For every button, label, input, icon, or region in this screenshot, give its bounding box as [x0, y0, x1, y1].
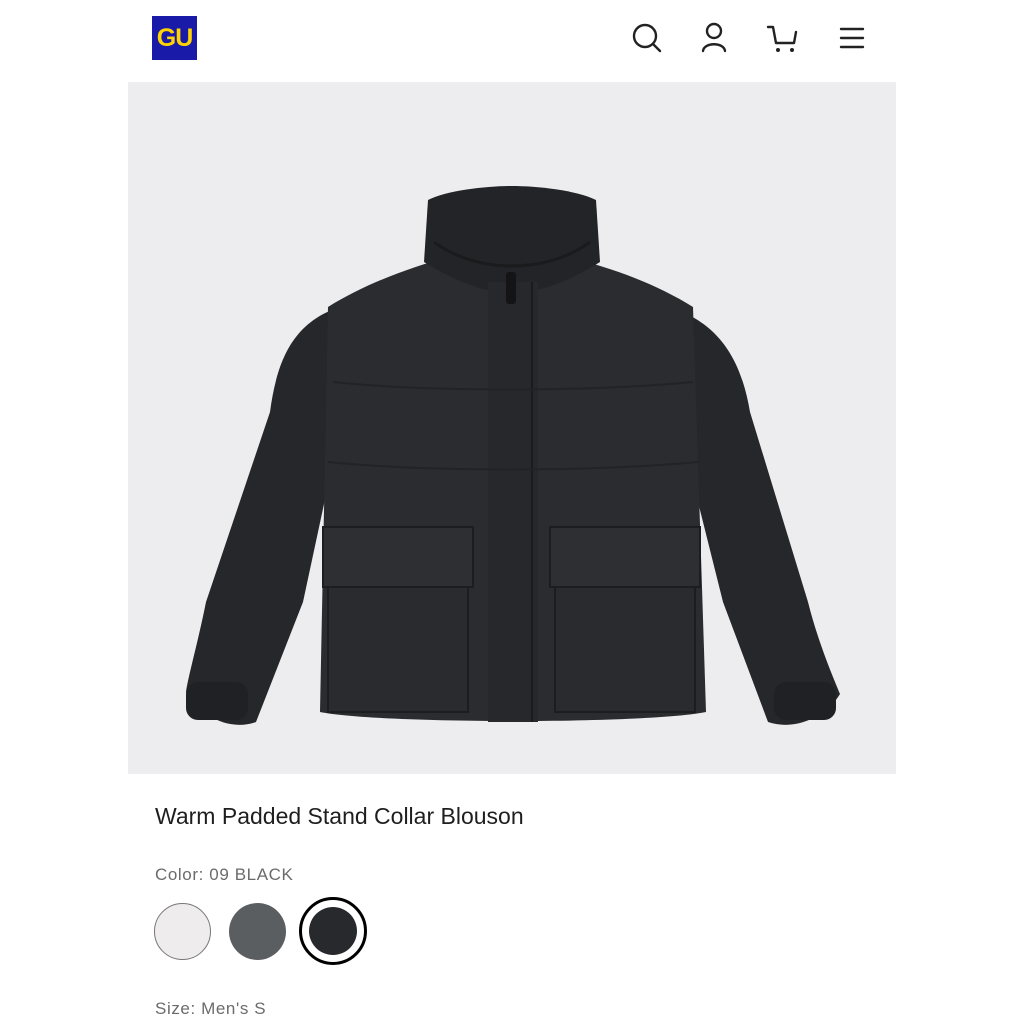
product-image[interactable] [128, 82, 896, 774]
swatch-black-selected[interactable] [299, 897, 367, 965]
swatch-gray[interactable] [229, 903, 286, 960]
color-label: Color: 09 BLACK [155, 865, 294, 884]
product-title: Warm Padded Stand Collar Blouson [155, 803, 524, 829]
menu-icon[interactable] [834, 20, 870, 56]
account-icon[interactable] [696, 20, 732, 56]
jacket-illustration [186, 186, 840, 725]
search-icon[interactable] [629, 20, 665, 56]
swatch-black-fill [309, 907, 357, 955]
swatch-white[interactable] [154, 903, 211, 960]
size-label: Size: Men's S [155, 999, 267, 1018]
cart-icon[interactable] [765, 20, 801, 56]
gu-logo[interactable]: GU [152, 16, 197, 60]
site-header: GU [128, 0, 896, 82]
product-page: GU Warm Padded Stand Collar Blouson Colo… [128, 0, 896, 1024]
